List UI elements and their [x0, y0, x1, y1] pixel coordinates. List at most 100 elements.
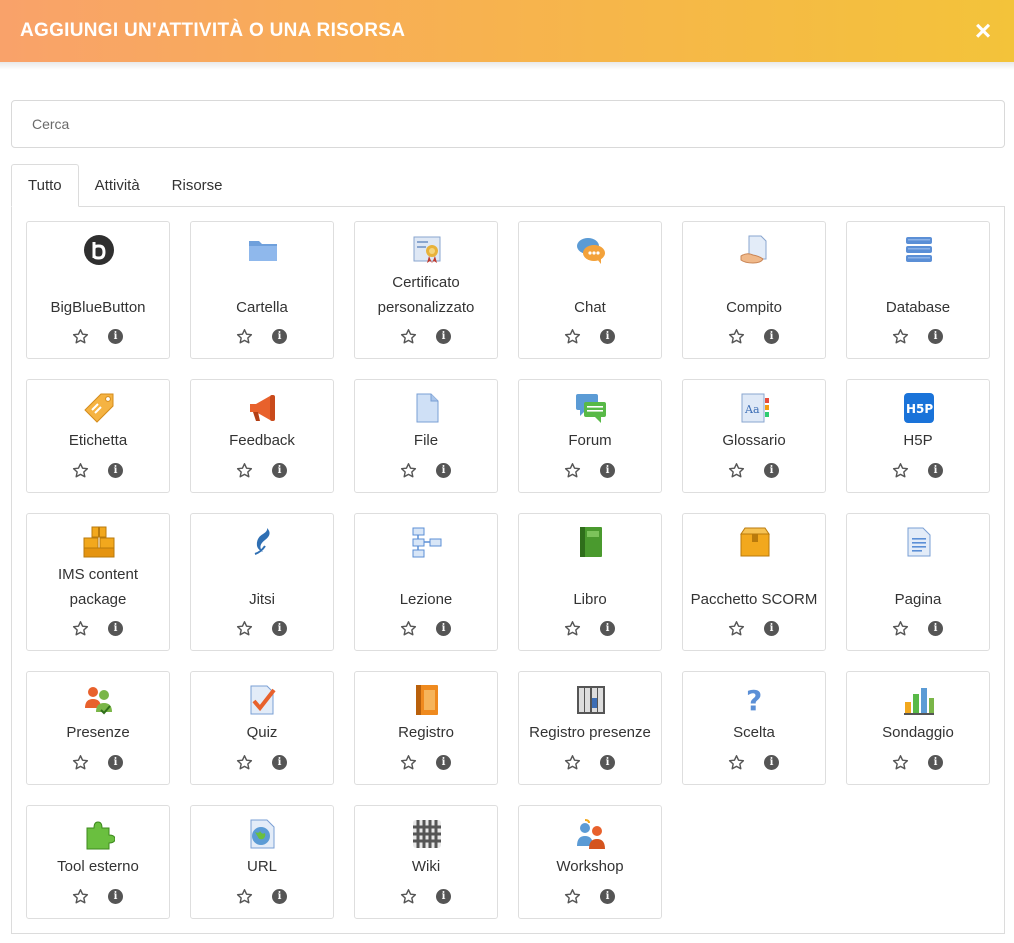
activity-card[interactable]: Forum i	[518, 379, 662, 493]
activity-card[interactable]: IMS content package i	[26, 513, 170, 651]
info-icon[interactable]: i	[927, 620, 944, 637]
activity-card[interactable]: Compito i	[682, 221, 826, 359]
star-icon[interactable]	[72, 328, 89, 345]
info-icon[interactable]: i	[599, 754, 616, 771]
activity-card[interactable]: File i	[354, 379, 498, 493]
tab-risorse[interactable]: Risorse	[156, 164, 239, 207]
star-icon[interactable]	[728, 754, 745, 771]
activity-card[interactable]: Database i	[846, 221, 990, 359]
activity-card[interactable]: Quiz i	[190, 671, 334, 785]
activity-name: H5P	[903, 432, 933, 449]
star-icon[interactable]	[564, 462, 581, 479]
activity-card[interactable]: H5P H5P i	[846, 379, 990, 493]
star-icon[interactable]	[400, 888, 417, 905]
info-icon[interactable]: i	[763, 328, 780, 345]
database-icon	[903, 234, 935, 266]
info-icon[interactable]: i	[599, 462, 616, 479]
activity-card[interactable]: ? Scelta i	[682, 671, 826, 785]
star-icon[interactable]	[564, 888, 581, 905]
activity-name: Feedback	[229, 432, 295, 449]
info-icon[interactable]: i	[435, 328, 452, 345]
info-icon[interactable]: i	[107, 888, 124, 905]
star-icon[interactable]	[72, 888, 89, 905]
star-icon[interactable]	[400, 462, 417, 479]
star-icon[interactable]	[236, 754, 253, 771]
activity-card[interactable]: Etichetta i	[26, 379, 170, 493]
star-icon[interactable]	[72, 754, 89, 771]
info-icon[interactable]: i	[107, 754, 124, 771]
activity-card[interactable]: Workshop i	[518, 805, 662, 919]
info-icon[interactable]: i	[271, 754, 288, 771]
activity-card[interactable]: Lezione i	[354, 513, 498, 651]
info-icon[interactable]: i	[927, 328, 944, 345]
info-icon[interactable]: i	[271, 888, 288, 905]
star-icon[interactable]	[236, 462, 253, 479]
activity-card[interactable]: Registro i	[354, 671, 498, 785]
info-icon[interactable]: i	[763, 462, 780, 479]
card-actions: i	[27, 328, 169, 348]
star-icon[interactable]	[400, 620, 417, 637]
star-icon[interactable]	[892, 754, 909, 771]
star-icon[interactable]	[564, 754, 581, 771]
card-actions: i	[355, 620, 497, 640]
star-icon[interactable]	[892, 462, 909, 479]
info-icon[interactable]: i	[599, 620, 616, 637]
activity-name: Lezione	[399, 591, 453, 608]
activity-card[interactable]: BigBlueButton i	[26, 221, 170, 359]
activity-card[interactable]: Presenze i	[26, 671, 170, 785]
info-icon[interactable]: i	[107, 462, 124, 479]
activity-card[interactable]: Certificato personalizzato i	[354, 221, 498, 359]
tab-tutto[interactable]: Tutto	[11, 164, 79, 207]
activity-card[interactable]: Chat i	[518, 221, 662, 359]
star-icon[interactable]	[564, 620, 581, 637]
info-icon[interactable]: i	[107, 328, 124, 345]
activity-card[interactable]: Jitsi i	[190, 513, 334, 651]
star-icon[interactable]	[236, 888, 253, 905]
search-input[interactable]	[11, 100, 1005, 148]
star-icon[interactable]	[892, 328, 909, 345]
activity-card[interactable]: Registro presenze i	[518, 671, 662, 785]
close-button[interactable]: ×	[972, 17, 994, 45]
star-icon[interactable]	[892, 620, 909, 637]
activity-card[interactable]: Pagina i	[846, 513, 990, 651]
info-icon[interactable]: i	[435, 754, 452, 771]
info-icon[interactable]: i	[763, 754, 780, 771]
activity-name: Scelta	[733, 724, 775, 741]
star-icon[interactable]	[236, 328, 253, 345]
activity-card[interactable]: Sondaggio i	[846, 671, 990, 785]
info-icon[interactable]: i	[271, 462, 288, 479]
info-icon[interactable]: i	[435, 620, 452, 637]
star-icon[interactable]	[236, 620, 253, 637]
activity-card[interactable]: Tool esterno i	[26, 805, 170, 919]
activity-card[interactable]: Pacchetto SCORM i	[682, 513, 826, 651]
activity-name: Certificato personalizzato	[377, 274, 475, 316]
star-icon[interactable]	[400, 754, 417, 771]
info-icon[interactable]: i	[107, 620, 124, 637]
star-icon[interactable]	[728, 462, 745, 479]
activity-name: Presenze	[66, 724, 130, 741]
book-icon	[575, 526, 607, 558]
info-icon[interactable]: i	[927, 754, 944, 771]
star-icon[interactable]	[72, 462, 89, 479]
info-icon[interactable]: i	[271, 328, 288, 345]
tab-attivita[interactable]: Attività	[79, 164, 156, 207]
info-icon[interactable]: i	[763, 620, 780, 637]
info-icon[interactable]: i	[599, 888, 616, 905]
card-actions: i	[191, 754, 333, 774]
activity-card[interactable]: Aa Glossario i	[682, 379, 826, 493]
info-icon[interactable]: i	[927, 462, 944, 479]
star-icon[interactable]	[72, 620, 89, 637]
activity-card[interactable]: Feedback i	[190, 379, 334, 493]
activity-card[interactable]: URL i	[190, 805, 334, 919]
info-icon[interactable]: i	[435, 888, 452, 905]
star-icon[interactable]	[564, 328, 581, 345]
star-icon[interactable]	[728, 620, 745, 637]
star-icon[interactable]	[728, 328, 745, 345]
info-icon[interactable]: i	[599, 328, 616, 345]
activity-card[interactable]: Cartella i	[190, 221, 334, 359]
info-icon[interactable]: i	[271, 620, 288, 637]
activity-card[interactable]: Wiki i	[354, 805, 498, 919]
activity-card[interactable]: Libro i	[518, 513, 662, 651]
info-icon[interactable]: i	[435, 462, 452, 479]
star-icon[interactable]	[400, 328, 417, 345]
